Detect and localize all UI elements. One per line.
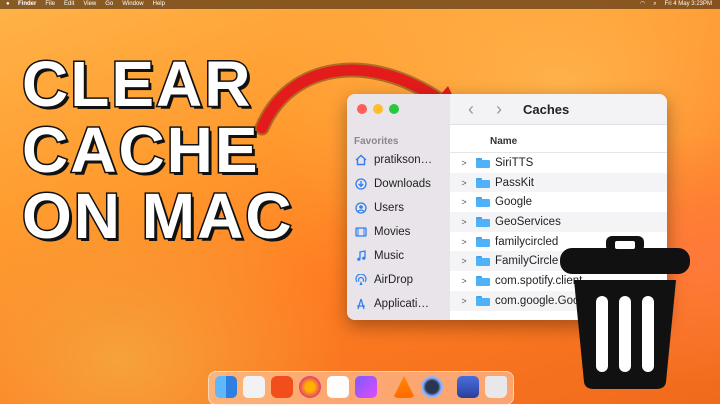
finder-toolbar: ‹ › Caches <box>450 94 667 125</box>
launchpad-app-icon[interactable] <box>243 376 265 398</box>
apple-menu-icon[interactable]: ● <box>6 0 10 9</box>
sidebar-item-label: Movies <box>374 226 411 238</box>
wifi-icon[interactable]: ◠ <box>640 0 645 9</box>
sidebar-item-home[interactable]: pratikson… <box>355 150 432 170</box>
applications-icon <box>355 298 367 310</box>
downloads-icon <box>355 178 367 190</box>
movies-icon <box>355 226 367 238</box>
trash-dock-icon[interactable] <box>485 376 507 398</box>
window-title: Caches <box>523 102 570 117</box>
menu-clock[interactable]: Fri 4 May 3:23PM <box>665 0 712 9</box>
menu-help[interactable]: Help <box>153 0 165 9</box>
sidebar-item-label: AirDrop <box>374 274 413 286</box>
vlc-app-icon[interactable] <box>393 376 415 398</box>
finder-sidebar: Favorites pratikson… Downloads Users Mov… <box>347 94 450 320</box>
headline-line-2: CACHE <box>21 114 260 186</box>
thumbnail-headline: CLEAR CACHE ON MAC <box>21 48 322 252</box>
search-icon[interactable]: ⌕ <box>653 0 656 9</box>
trash-can-icon <box>560 236 690 389</box>
menu-go[interactable]: Go <box>105 0 113 9</box>
folder-icon <box>476 256 490 267</box>
sidebar-item-users[interactable]: Users <box>355 198 404 218</box>
folder-icon <box>476 197 490 208</box>
headline-line-3: ON MAC <box>21 180 294 252</box>
sidebar-item-downloads[interactable]: Downloads <box>355 174 431 194</box>
folder-icon <box>476 275 490 286</box>
forward-button[interactable]: › <box>496 100 502 118</box>
airdrop-icon <box>355 274 367 286</box>
dock <box>208 371 514 405</box>
disclosure-chevron-icon[interactable]: > <box>456 197 472 207</box>
item-name: PassKit <box>495 176 534 189</box>
sidebar-item-label: Users <box>374 202 405 214</box>
item-name: GeoServices <box>495 215 561 228</box>
disclosure-chevron-icon[interactable]: > <box>456 158 472 168</box>
disclosure-chevron-icon[interactable]: > <box>456 178 472 188</box>
folder-icon <box>476 177 490 188</box>
quicktime-app-icon[interactable] <box>421 376 443 398</box>
list-item[interactable]: > PassKit <box>450 172 667 193</box>
sidebar-item-label: Downloads <box>374 178 431 190</box>
column-header-name[interactable]: Name <box>450 132 667 153</box>
list-item[interactable]: > GeoServices <box>450 212 667 232</box>
folder-icon <box>476 216 490 227</box>
status-area: ◠ ⌕ Fri 4 May 3:23PM <box>640 0 712 9</box>
sidebar-item-label: pratikson… <box>374 154 433 166</box>
back-button[interactable]: ‹ <box>468 100 474 118</box>
disclosure-chevron-icon[interactable]: > <box>456 276 472 286</box>
disclosure-chevron-icon[interactable]: > <box>456 217 472 227</box>
headline-line-1: CLEAR <box>21 48 253 120</box>
sidebar-item-applications[interactable]: Applicati… <box>355 294 429 314</box>
sidebar-item-airdrop[interactable]: AirDrop <box>355 270 413 290</box>
folder-icon <box>476 157 490 168</box>
favorites-header: Favorites <box>354 136 399 147</box>
sidebar-item-movies[interactable]: Movies <box>355 222 410 242</box>
column-label: Name <box>490 136 518 147</box>
zoom-button[interactable] <box>389 104 399 114</box>
folder-icon <box>476 295 490 306</box>
sidebar-item-label: Applicati… <box>374 298 429 310</box>
brave-app-icon[interactable] <box>271 376 293 398</box>
disclosure-chevron-icon[interactable]: > <box>456 237 472 247</box>
item-name: FamilyCircle <box>495 255 559 268</box>
music-icon <box>355 250 367 262</box>
menu-finder[interactable]: Finder <box>18 0 36 9</box>
item-name: Google <box>495 196 533 209</box>
item-name: familycircled <box>495 235 559 248</box>
disclosure-chevron-icon[interactable]: > <box>456 296 472 306</box>
window-controls <box>357 104 399 114</box>
close-button[interactable] <box>357 104 367 114</box>
item-name: SiriTTS <box>495 156 534 169</box>
list-item[interactable]: > Google <box>450 192 667 212</box>
folder-icon <box>476 236 490 247</box>
list-item[interactable]: > SiriTTS <box>450 153 667 173</box>
menu-items: Finder File Edit View Go Window Help <box>18 0 165 9</box>
home-icon <box>355 154 367 166</box>
sidebar-item-label: Music <box>374 250 405 262</box>
menu-edit[interactable]: Edit <box>64 0 74 9</box>
disclosure-chevron-icon[interactable]: > <box>456 256 472 266</box>
finder-app-icon[interactable] <box>215 376 237 398</box>
sidebar-item-music[interactable]: Music <box>355 246 404 266</box>
menu-window[interactable]: Window <box>122 0 143 9</box>
preview-app-icon[interactable] <box>457 376 479 398</box>
menu-file[interactable]: File <box>45 0 55 9</box>
menu-view[interactable]: View <box>83 0 96 9</box>
notes-app-icon[interactable] <box>327 376 349 398</box>
clickup-app-icon[interactable] <box>355 376 377 398</box>
users-icon <box>355 202 367 214</box>
minimize-button[interactable] <box>373 104 383 114</box>
firefox-app-icon[interactable] <box>299 376 321 398</box>
menu-bar: ● Finder File Edit View Go Window Help ◠… <box>0 0 720 9</box>
